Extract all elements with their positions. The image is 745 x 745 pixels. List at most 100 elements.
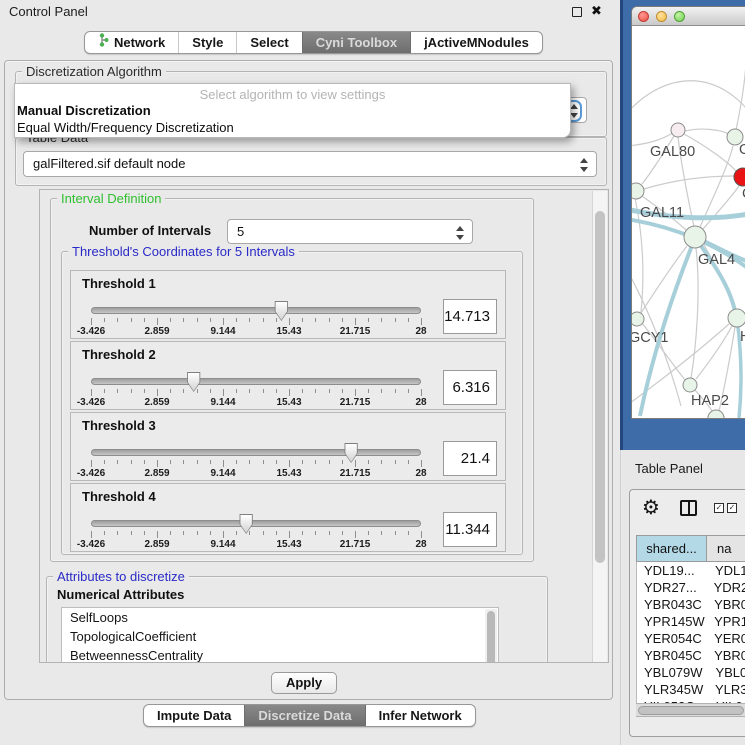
tab-infer-network[interactable]: Infer Network <box>365 705 475 726</box>
table-row[interactable]: YBR045CYBR0 <box>637 647 745 664</box>
table-cell-shared: YER054C <box>637 630 706 647</box>
attribute-list-item[interactable]: TopologicalCoefficient <box>62 627 498 646</box>
threshold-block: Threshold 1-3.4262.8599.14415.4321.71528… <box>70 270 506 339</box>
table-row[interactable]: YPR145WYPR1 <box>637 613 745 630</box>
tick-mark <box>302 318 303 322</box>
slider-ticks <box>91 389 421 397</box>
tab-impute-data[interactable]: Impute Data <box>144 705 244 726</box>
numerical-attributes-list[interactable]: SelfLoopsTopologicalCoefficientBetweenne… <box>61 607 499 663</box>
tick-label: 21.715 <box>340 539 371 550</box>
tab-cyni-toolbox[interactable]: Cyni Toolbox <box>302 32 410 53</box>
number-of-intervals-combobox[interactable]: 5 <box>227 219 473 244</box>
scrollbar-thumb[interactable] <box>638 706 744 715</box>
tick-mark <box>315 389 316 393</box>
attributes-group: Attributes to discretize Numerical Attri… <box>46 576 548 663</box>
tab-label: jActiveMNodules <box>424 32 529 53</box>
tick-mark <box>315 460 316 464</box>
network-edge[interactable] <box>632 81 745 118</box>
tab-style[interactable]: Style <box>178 32 236 53</box>
combo-spinner-icon[interactable] <box>578 157 589 173</box>
close-button[interactable] <box>638 11 649 22</box>
tick-mark <box>381 389 382 393</box>
slider-track[interactable] <box>91 307 421 314</box>
gal4-node[interactable] <box>684 226 706 248</box>
tick-mark <box>329 460 330 464</box>
popup-option[interactable]: Manual Discretization <box>15 102 570 119</box>
table-row[interactable]: YBL079WYBL0 <box>637 664 745 681</box>
tab-label: Network <box>114 32 165 53</box>
gal80-node[interactable] <box>671 123 685 137</box>
threshold-value-field[interactable]: 21.4 <box>443 441 497 476</box>
checkbox-icon[interactable]: ✓ <box>727 503 737 513</box>
table-data-combobox[interactable]: galFiltered.sif default node <box>23 151 597 177</box>
network-edge[interactable] <box>696 239 736 316</box>
tab-select[interactable]: Select <box>236 32 301 53</box>
table-row[interactable]: YDL19...YDL1 <box>637 562 745 579</box>
number-of-intervals-value: 5 <box>237 224 244 239</box>
checkbox-icon[interactable]: ✓ <box>714 503 724 513</box>
hap2-node[interactable] <box>683 378 697 392</box>
scrollbar-thumb[interactable] <box>595 211 605 563</box>
tab-network[interactable]: Network <box>85 32 178 53</box>
vertical-scrollbar[interactable] <box>592 191 607 662</box>
slider-track[interactable] <box>91 449 421 456</box>
tick-mark <box>276 460 277 464</box>
slider-track[interactable] <box>91 378 421 385</box>
h-node[interactable] <box>728 309 745 327</box>
zoom-button[interactable] <box>674 11 685 22</box>
tick-mark <box>342 531 343 535</box>
minimize-button[interactable] <box>656 11 667 22</box>
tick-label: 28 <box>415 397 426 408</box>
gal11-node[interactable] <box>632 183 644 199</box>
network-edge[interactable] <box>736 62 745 130</box>
attribute-list-item[interactable]: BetweennessCentrality <box>62 646 498 663</box>
table-row[interactable]: YBR043CYBR0 <box>637 596 745 613</box>
tick-label: 15.43 <box>276 326 301 337</box>
threshold-value-field[interactable]: 14.713 <box>443 299 497 334</box>
columns-icon[interactable] <box>680 500 697 516</box>
tick-mark <box>157 318 158 325</box>
network-edge[interactable] <box>685 129 728 134</box>
table-cell-name: YBL0 <box>707 664 745 681</box>
network-edge[interactable] <box>696 326 732 379</box>
gear-icon[interactable]: ⚙ <box>642 495 660 520</box>
table-frame: ⚙ ✓ ✓ shared... na YDL19...YDL1YDR27...Y… <box>629 489 745 737</box>
tab-discretize-data[interactable]: Discretize Data <box>244 705 364 726</box>
tab-jactivemnodules[interactable]: jActiveMNodules <box>410 32 542 53</box>
interval-definition-group: Interval Definition Number of Intervals … <box>50 198 534 562</box>
slider-track[interactable] <box>91 520 421 527</box>
column-header-name[interactable]: na <box>707 535 745 562</box>
table-row[interactable]: YDR27...YDR2 <box>637 579 745 596</box>
popup-option[interactable]: Equal Width/Frequency Discretization <box>15 119 570 136</box>
network-edge[interactable] <box>644 176 734 189</box>
tick-mark <box>197 531 198 535</box>
tick-mark <box>355 460 356 467</box>
list-scrollbar[interactable] <box>485 609 497 663</box>
settings-scroll-area: Interval Definition Number of Intervals … <box>39 189 609 663</box>
network-edge[interactable] <box>691 248 698 378</box>
table-header: shared... na <box>636 535 745 562</box>
table-cell-shared: YPR145W <box>637 613 706 630</box>
apply-button[interactable]: Apply <box>271 672 337 694</box>
bottom-node[interactable] <box>708 410 724 419</box>
combo-spinner-icon[interactable] <box>454 225 465 241</box>
table-row[interactable]: YLR345WYLR3 <box>637 681 745 698</box>
tick-mark <box>263 389 264 393</box>
threshold-value-field[interactable]: 6.316 <box>443 370 497 405</box>
close-icon[interactable]: ✖ <box>591 3 602 19</box>
column-header-shared[interactable]: shared... <box>636 535 707 562</box>
threshold-value-field[interactable]: 11.344 <box>443 512 497 547</box>
tick-labels: -3.4262.8599.14415.4321.71528 <box>91 397 421 408</box>
scrollbar-thumb[interactable] <box>487 611 495 663</box>
gcy1-node[interactable] <box>632 312 644 326</box>
table-row[interactable]: YER054CYER0 <box>637 630 745 647</box>
tab-label: Infer Network <box>379 705 462 726</box>
float-window-icon[interactable] <box>572 7 582 17</box>
attribute-list-item[interactable]: SelfLoops <box>62 608 498 627</box>
network-canvas[interactable]: GAL80GACGAL11GAL4GCY1HHAP2 <box>632 26 745 419</box>
tick-mark <box>117 460 118 464</box>
window-titlebar[interactable] <box>632 7 745 26</box>
tick-label: 21.715 <box>340 468 371 479</box>
horizontal-scrollbar[interactable] <box>636 703 745 717</box>
tick-mark <box>223 531 224 538</box>
